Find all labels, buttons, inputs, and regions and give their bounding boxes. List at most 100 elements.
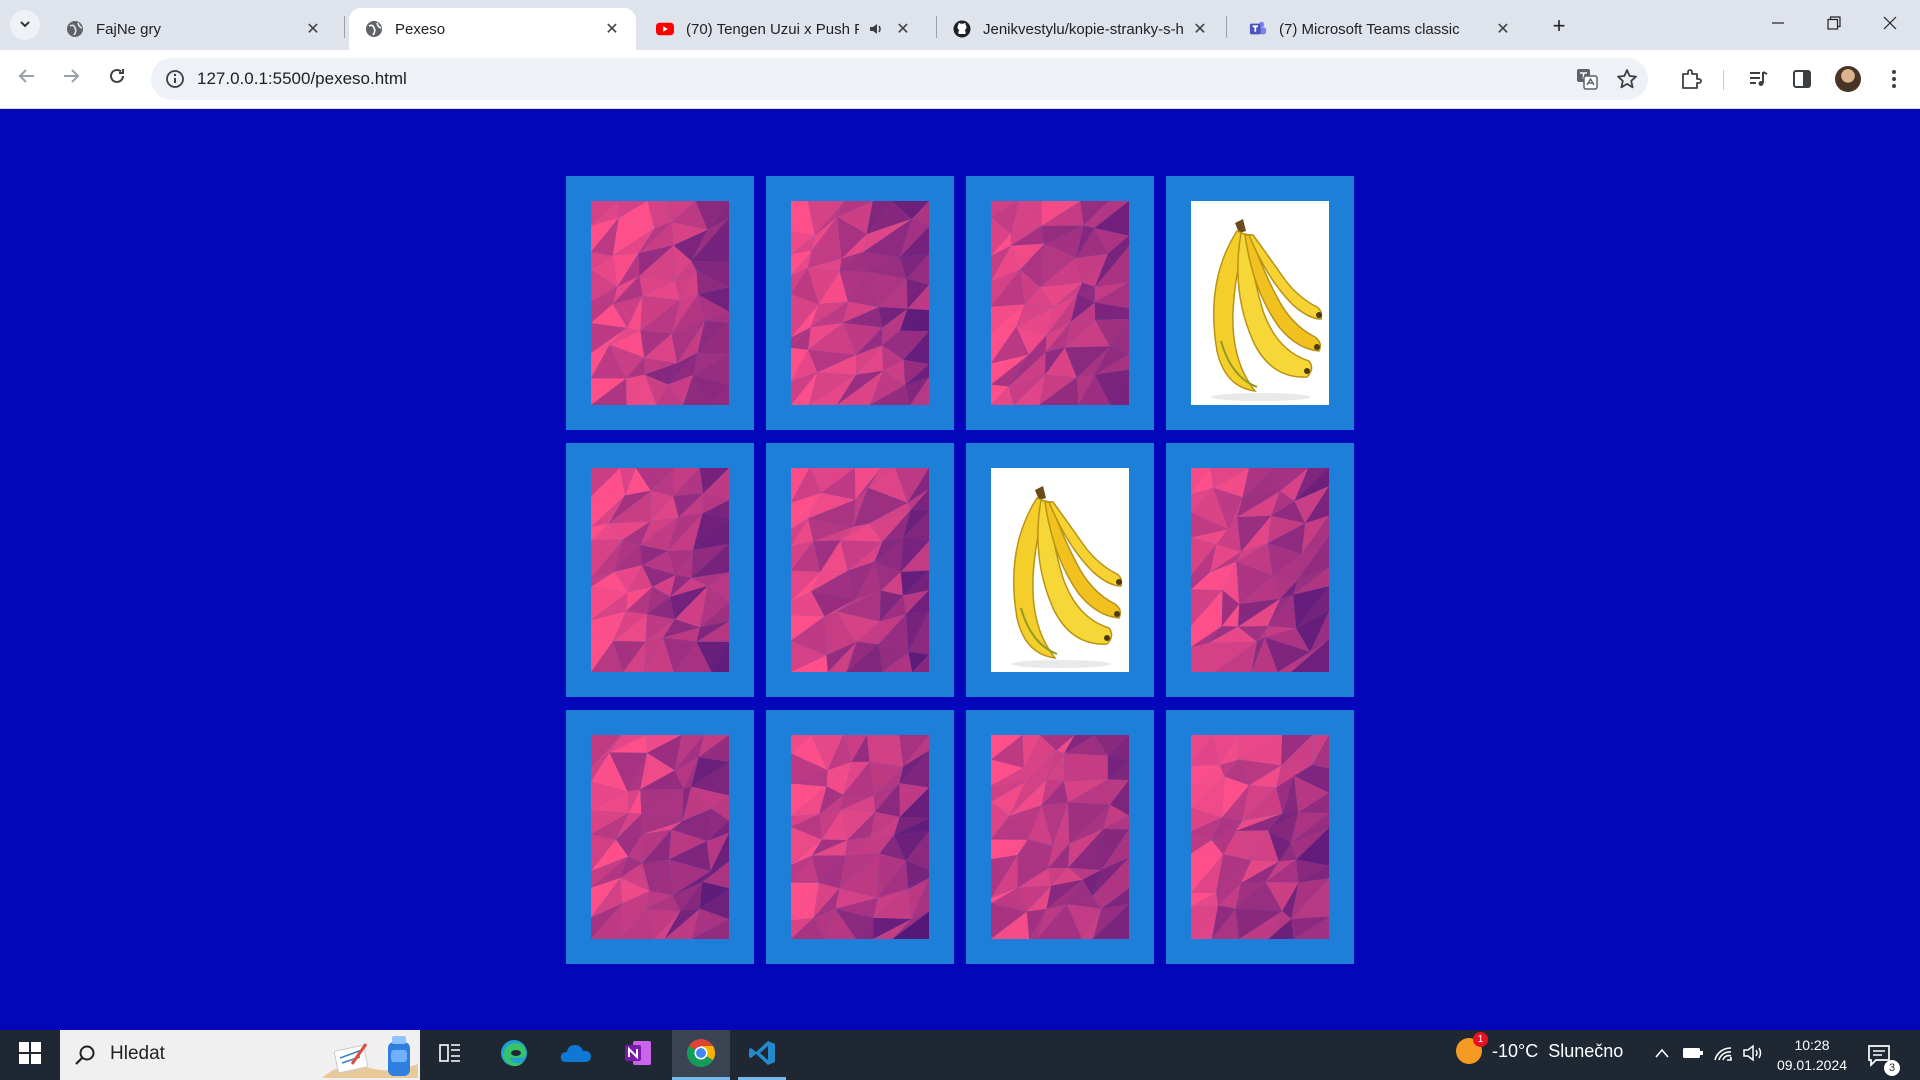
new-tab-button[interactable]: + [1545, 12, 1573, 40]
tab-title: Pexeso [395, 20, 446, 38]
close-window-button[interactable] [1862, 0, 1918, 50]
close-icon[interactable]: ✕ [893, 19, 913, 39]
plus-icon: + [1552, 13, 1566, 38]
media-control-icon[interactable] [1744, 65, 1772, 93]
onedrive-app[interactable] [548, 1030, 604, 1080]
taskbar-clock[interactable]: 10:28 09.01.2024 [1772, 1035, 1852, 1075]
onenote-icon [623, 1038, 653, 1073]
teams-icon [1249, 20, 1267, 38]
vscode-icon [748, 1039, 776, 1072]
tab-github[interactable]: Jenikvestylu/kopie-stranky-s-hr ✕ [937, 8, 1224, 50]
weather-widget[interactable]: 1 -10°C Slunečno [1456, 1032, 1624, 1064]
banana-image [1191, 201, 1329, 405]
tab-fajne-gry[interactable]: FajNe gry ✕ [50, 8, 337, 50]
card-r3-c4[interactable] [1166, 710, 1354, 964]
tab-search-button[interactable] [10, 10, 40, 40]
arrow-right-icon [62, 67, 80, 91]
close-icon[interactable]: ✕ [602, 19, 622, 39]
card-r1-c2[interactable] [766, 176, 954, 430]
wifi-icon [1713, 1044, 1733, 1067]
chrome-app[interactable] [672, 1030, 730, 1080]
tab-title: (7) Microsoft Teams classic [1279, 20, 1460, 38]
github-icon [953, 20, 971, 38]
audio-playing-icon[interactable] [865, 19, 887, 39]
close-icon[interactable]: ✕ [1493, 19, 1513, 39]
start-button[interactable] [0, 1030, 60, 1080]
card-back-pattern [591, 201, 729, 405]
weather-condition: Slunečno [1548, 1040, 1624, 1061]
toolbar-divider [1723, 70, 1724, 90]
card-back-pattern [1191, 735, 1329, 939]
reload-button[interactable] [102, 64, 132, 94]
card-r2-c4[interactable] [1166, 443, 1354, 697]
tab-title: Jenikvestylu/kopie-stranky-s-hr [983, 20, 1184, 38]
sun-icon: 1 [1456, 1032, 1488, 1064]
star-icon[interactable] [1616, 68, 1638, 90]
chevron-up-icon [1654, 1046, 1670, 1064]
tab-title: (70) Tengen Uzui x Push For [686, 20, 859, 38]
card-r1-c3[interactable] [966, 176, 1154, 430]
card-back-pattern [991, 735, 1129, 939]
browser-toolbar: 127.0.0.1:5500/pexeso.html [0, 50, 1920, 109]
close-icon [1883, 16, 1897, 35]
arrow-left-icon [18, 67, 36, 91]
card-r3-c1[interactable] [566, 710, 754, 964]
taskbar: Hledat 1 -10°C Slunečno 10:28 09.01.2024… [0, 1030, 1920, 1080]
notification-center-button[interactable]: 3 [1866, 1042, 1900, 1076]
globe-icon [66, 20, 84, 38]
battery-button[interactable] [1680, 1030, 1706, 1080]
clock-date: 09.01.2024 [1776, 1057, 1848, 1073]
notification-count-badge: 3 [1884, 1060, 1900, 1076]
close-icon[interactable]: ✕ [1190, 19, 1210, 39]
card-r3-c2[interactable] [766, 710, 954, 964]
show-hidden-icons-button[interactable] [1650, 1030, 1674, 1080]
minimize-icon [1771, 16, 1785, 35]
task-view-button[interactable] [422, 1030, 478, 1080]
card-r2-c2[interactable] [766, 443, 954, 697]
extensions-icon[interactable] [1677, 65, 1705, 93]
tab-strip: FajNe gry ✕ Pexeso ✕ (70) Tengen Uzui x … [0, 0, 1920, 50]
tab-separator [1226, 16, 1227, 38]
vscode-app[interactable] [734, 1030, 790, 1080]
volume-button[interactable] [1740, 1030, 1766, 1080]
battery-icon [1682, 1046, 1704, 1065]
tab-teams[interactable]: (7) Microsoft Teams classic ✕ [1233, 8, 1527, 50]
tab-youtube[interactable]: (70) Tengen Uzui x Push For ✕ [640, 8, 927, 50]
back-button[interactable] [12, 64, 42, 94]
profile-avatar[interactable] [1835, 66, 1861, 92]
card-back-pattern [1191, 468, 1329, 672]
card-back-pattern [791, 201, 929, 405]
minimize-button[interactable] [1750, 0, 1806, 50]
site-info-icon[interactable] [165, 69, 185, 89]
search-icon [74, 1044, 96, 1071]
weather-alert-badge: 1 [1473, 1032, 1488, 1047]
speaker-icon [1742, 1043, 1764, 1067]
card-r3-c3[interactable] [966, 710, 1154, 964]
clock-time: 10:28 [1794, 1037, 1830, 1053]
translate-icon[interactable] [1576, 68, 1598, 90]
reload-icon [108, 67, 126, 91]
card-r2-c3[interactable] [966, 443, 1154, 697]
more-menu-icon[interactable] [1880, 65, 1908, 93]
side-panel-icon[interactable] [1788, 65, 1816, 93]
onedrive-icon [560, 1042, 592, 1069]
forward-button[interactable] [56, 64, 86, 94]
address-bar[interactable]: 127.0.0.1:5500/pexeso.html [151, 58, 1648, 100]
card-r1-c4[interactable] [1166, 176, 1354, 430]
tab-title: FajNe gry [96, 20, 162, 38]
search-highlight-illustration [322, 1034, 418, 1078]
taskbar-search[interactable]: Hledat [60, 1030, 420, 1080]
url-text[interactable]: 127.0.0.1:5500/pexeso.html [197, 69, 407, 89]
tab-pexeso[interactable]: Pexeso ✕ [349, 8, 636, 50]
network-button[interactable] [1710, 1030, 1736, 1080]
card-r1-c1[interactable] [566, 176, 754, 430]
onenote-app[interactable] [610, 1030, 666, 1080]
edge-app[interactable] [486, 1030, 542, 1080]
globe-icon [365, 20, 383, 38]
card-r2-c1[interactable] [566, 443, 754, 697]
windows-icon [19, 1041, 41, 1069]
chrome-icon [686, 1038, 716, 1073]
restore-icon [1827, 15, 1841, 35]
close-icon[interactable]: ✕ [303, 19, 323, 39]
restore-button[interactable] [1806, 0, 1862, 50]
